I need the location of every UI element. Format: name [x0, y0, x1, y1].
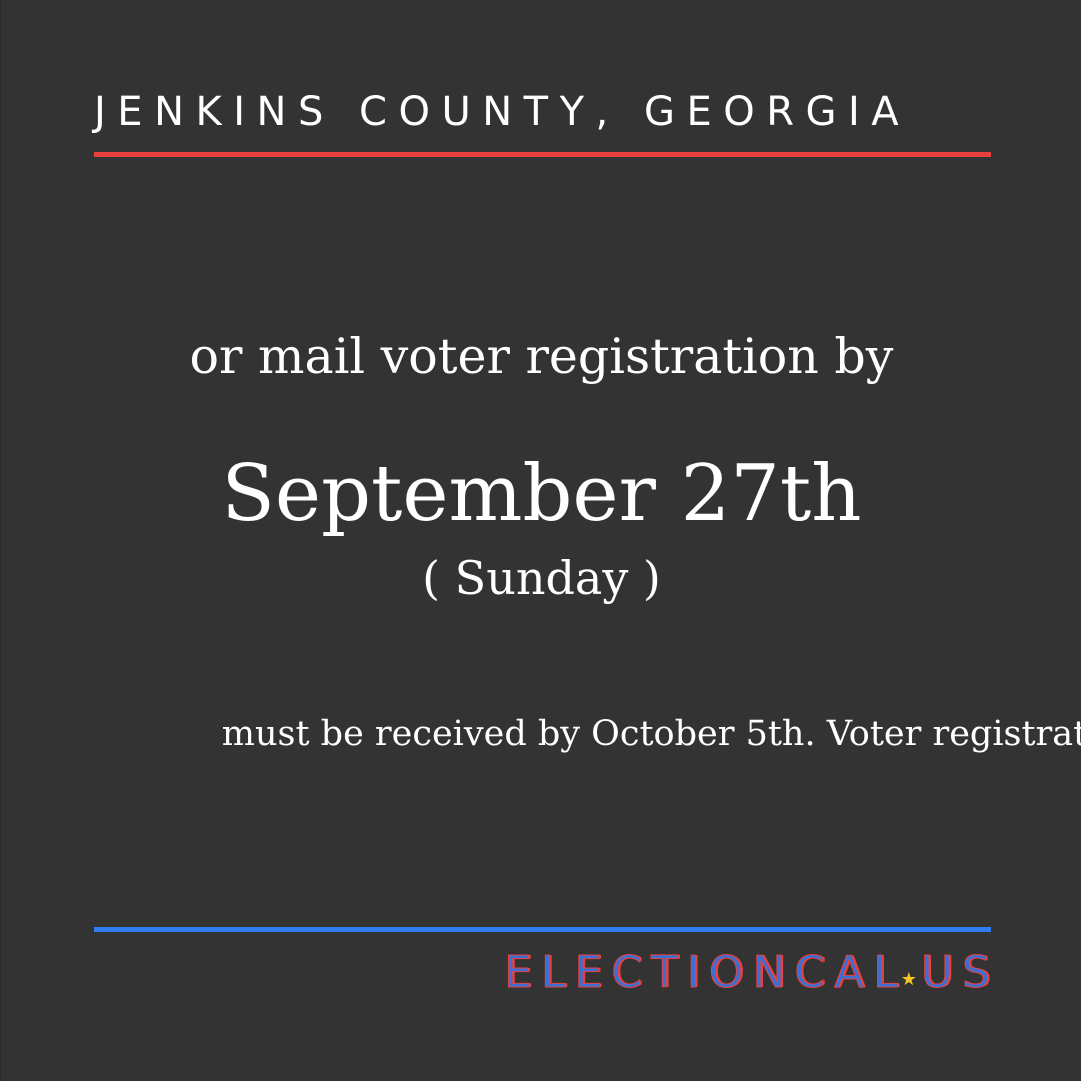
deadline-prefix: or mail voter registration by — [189, 328, 894, 385]
deadline-weekday: ( Sunday ) — [422, 551, 661, 605]
bottom-divider — [94, 927, 991, 932]
star-icon: ★ — [900, 969, 917, 990]
brand-logo: ELECTIONCAL ★ US — [504, 947, 991, 998]
deadline-date: September 27th — [221, 449, 862, 539]
registration-card: JENKINS COUNTY, GEORGIA or mail voter re… — [0, 0, 1081, 1081]
brand-name: ELECTIONCAL — [504, 947, 907, 998]
ticker: must be received by October 5th. Voter r… — [1, 712, 1081, 764]
top-divider — [94, 152, 991, 157]
county-title: JENKINS COUNTY, GEORGIA — [94, 89, 911, 135]
ticker-text: must be received by October 5th. Voter r… — [221, 714, 1081, 754]
brand-tld: US — [920, 947, 999, 998]
